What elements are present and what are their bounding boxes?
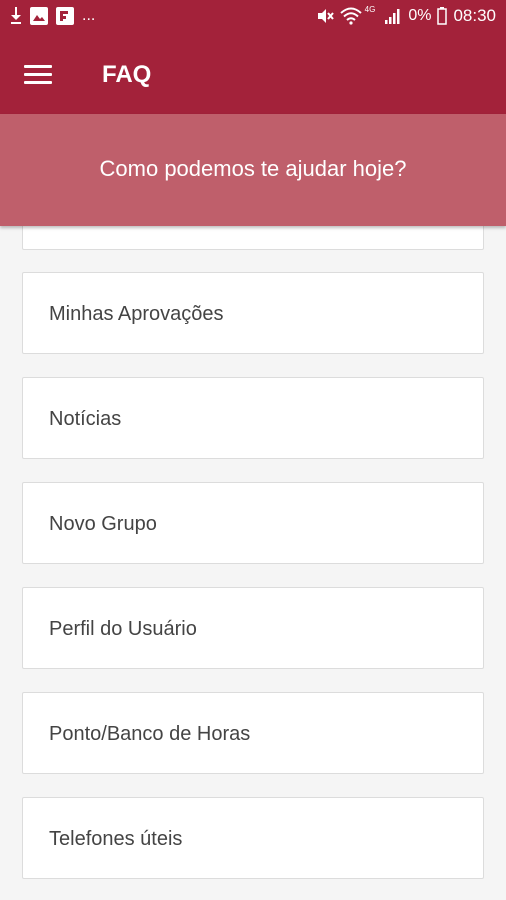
app-notification-icon bbox=[56, 7, 74, 25]
battery-icon bbox=[437, 7, 448, 25]
faq-item-label: Minhas Aprovações bbox=[49, 303, 224, 325]
faq-item-label: Novo Grupo bbox=[49, 513, 157, 535]
more-notifications-text: ... bbox=[82, 7, 96, 24]
system-icons: 4G 0% 08:30 bbox=[316, 4, 496, 26]
status-bar: ... 4G 0% 08:30 bbox=[0, 0, 506, 34]
image-notification-icon bbox=[30, 7, 48, 25]
faq-item-ponto-banco-de-horas[interactable]: Ponto/Banco de Horas bbox=[22, 692, 484, 774]
faq-list: Minhas Aprovações Notícias Novo Grupo Pe… bbox=[0, 226, 506, 900]
faq-item-minhas-aprovacoes[interactable]: Minhas Aprovações bbox=[22, 272, 484, 354]
faq-item-telefones-uteis[interactable]: Telefones úteis bbox=[22, 797, 484, 879]
page-title: FAQ bbox=[102, 61, 152, 88]
faq-item-novo-grupo[interactable]: Novo Grupo bbox=[22, 482, 484, 564]
notification-icons: ... bbox=[10, 7, 95, 25]
signal-icon bbox=[385, 9, 400, 24]
faq-item-partial[interactable] bbox=[22, 226, 484, 250]
banner-text: Como podemos te ajudar hoje? bbox=[99, 156, 407, 181]
faq-item-label: Telefones úteis bbox=[49, 828, 183, 850]
hamburger-menu-icon[interactable] bbox=[24, 65, 52, 85]
faq-item-label: Perfil do Usuário bbox=[49, 618, 197, 640]
mute-icon bbox=[317, 9, 334, 23]
download-icon bbox=[11, 7, 21, 24]
faq-item-noticias[interactable]: Notícias bbox=[22, 377, 484, 459]
faq-item-label: Ponto/Banco de Horas bbox=[49, 723, 251, 745]
app-bar: FAQ bbox=[0, 34, 506, 114]
battery-percent: 0% bbox=[408, 7, 432, 24]
faq-item-label: Notícias bbox=[49, 408, 122, 430]
clock: 08:30 bbox=[453, 6, 496, 25]
network-type-text: 4G bbox=[364, 4, 376, 14]
wifi-icon bbox=[339, 7, 362, 25]
help-banner: Como podemos te ajudar hoje? bbox=[0, 114, 506, 226]
faq-item-perfil-do-usuario[interactable]: Perfil do Usuário bbox=[22, 587, 484, 669]
